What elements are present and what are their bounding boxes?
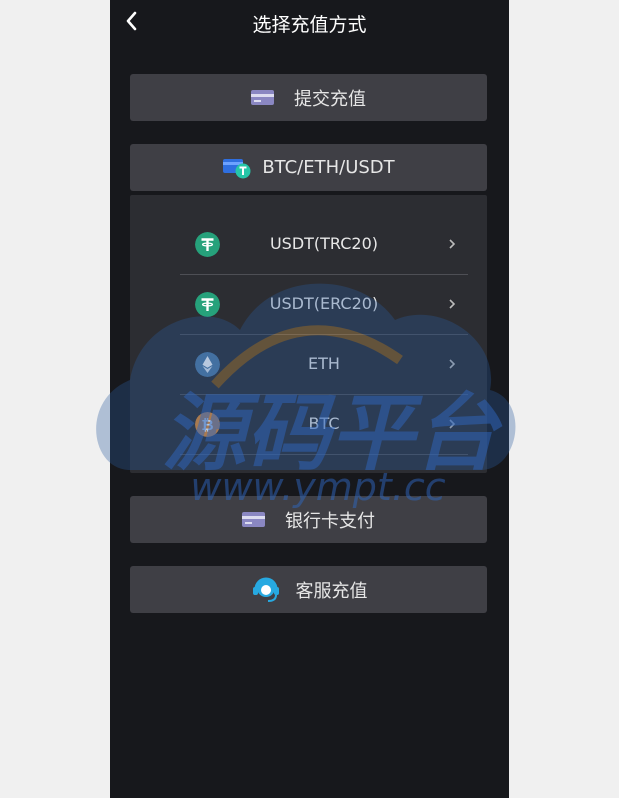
chevron-right-icon [449, 359, 456, 369]
card-icon [242, 512, 265, 527]
crypto-wallet-icon [223, 158, 251, 178]
coin-row-usdt-erc20[interactable]: USDT(ERC20) [180, 275, 468, 335]
coin-label: USDT(ERC20) [269, 294, 379, 313]
submit-recharge-label: 提交充值 [294, 88, 366, 110]
card-icon [251, 90, 274, 105]
coin-row-eth[interactable]: ETH [180, 335, 468, 395]
coin-label: ETH [308, 354, 340, 373]
submit-recharge-button[interactable]: 提交充值 [130, 74, 487, 121]
header: 选择充值方式 [110, 0, 509, 44]
chevron-right-icon [449, 299, 456, 309]
coin-row-btc[interactable]: ₿ BTC [180, 395, 468, 455]
crypto-recharge-label: BTC/ETH/USDT [262, 157, 395, 178]
crypto-list: USDT(TRC20) USDT(ERC20) ETH ₿ BTC [130, 195, 487, 473]
coin-label: BTC [308, 414, 340, 433]
bank-card-payment-button[interactable]: 银行卡支付 [130, 496, 487, 543]
customer-service-recharge-button[interactable]: 客服充值 [130, 566, 487, 613]
crypto-recharge-button[interactable]: BTC/ETH/USDT [130, 144, 487, 191]
chevron-right-icon [449, 419, 456, 429]
bank-card-payment-label: 银行卡支付 [285, 510, 375, 532]
coin-row-usdt-trc20[interactable]: USDT(TRC20) [180, 215, 468, 275]
page-title: 选择充值方式 [252, 14, 367, 36]
coin-label: USDT(TRC20) [269, 234, 379, 253]
customer-service-recharge-label: 客服充值 [295, 580, 368, 602]
chevron-right-icon [449, 239, 456, 249]
headset-agent-icon [252, 577, 279, 602]
phone-screen: 选择充值方式 提交充值 BTC/ETH/USDT USDT(TRC20) USD… [110, 0, 509, 798]
